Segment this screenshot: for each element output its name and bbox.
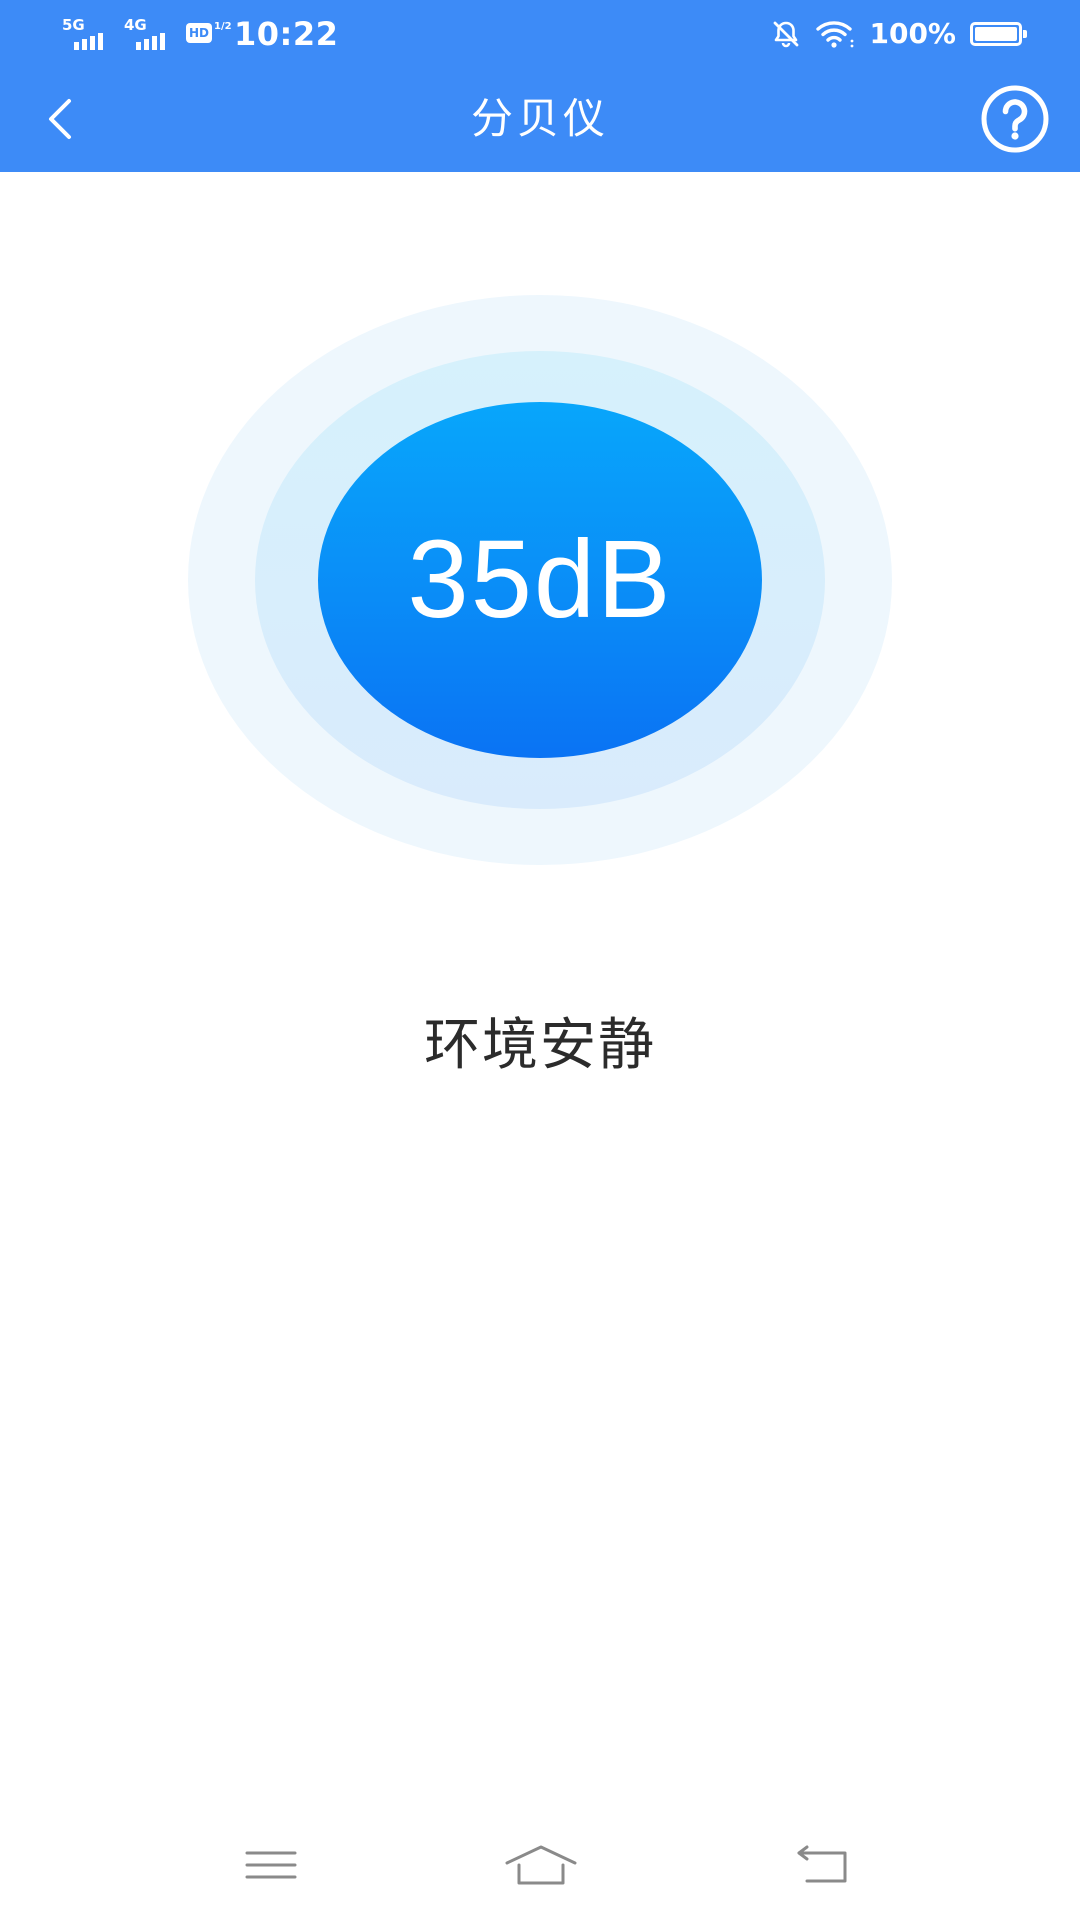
decibel-reading: 35dB bbox=[407, 518, 673, 641]
battery-percent: 100% bbox=[869, 17, 956, 50]
back-icon bbox=[797, 1845, 847, 1883]
meter-core: 35dB bbox=[318, 402, 762, 758]
system-nav-bar bbox=[0, 1810, 1080, 1920]
help-button[interactable] bbox=[980, 84, 1050, 154]
hd-voice-icon: HD 1/2 bbox=[186, 21, 232, 47]
nav-home-button[interactable] bbox=[496, 1830, 586, 1900]
noise-status-text: 环境安静 bbox=[424, 1013, 656, 1078]
wifi-icon bbox=[816, 21, 854, 48]
menu-icon bbox=[245, 1851, 297, 1879]
top-bar: 5G 4G HD 1/2 10:22 100% 分贝仪 bbox=[0, 0, 1080, 172]
signal-4g-icon: 4G bbox=[124, 16, 176, 52]
hd-label: HD bbox=[186, 23, 212, 43]
nav-back-button[interactable] bbox=[778, 1830, 868, 1900]
hd-fraction: 1/2 bbox=[214, 21, 232, 32]
network-type-label: 5G bbox=[62, 16, 85, 34]
decibel-meter: 35dB bbox=[0, 290, 1080, 870]
signal-5g-icon: 5G bbox=[62, 16, 114, 52]
decibel-meter-screen: 5G 4G HD 1/2 10:22 100% 分贝仪 35dB 环境安静 bbox=[0, 0, 1080, 1920]
status-right: 100% bbox=[771, 12, 1027, 56]
network-type-label: 4G bbox=[124, 16, 147, 34]
status-time: 10:22 bbox=[234, 15, 339, 53]
app-header: 分贝仪 bbox=[0, 66, 1080, 172]
help-circle-icon bbox=[981, 85, 1049, 153]
bell-off-icon bbox=[774, 21, 799, 48]
battery-fill bbox=[975, 27, 1017, 41]
battery-icon bbox=[970, 22, 1027, 46]
status-left: 5G 4G HD 1/2 10:22 bbox=[62, 12, 338, 56]
nav-menu-button[interactable] bbox=[226, 1830, 316, 1900]
status-bar: 5G 4G HD 1/2 10:22 100% bbox=[0, 0, 1080, 66]
page-title: 分贝仪 bbox=[470, 94, 609, 143]
home-icon bbox=[505, 1845, 577, 1885]
